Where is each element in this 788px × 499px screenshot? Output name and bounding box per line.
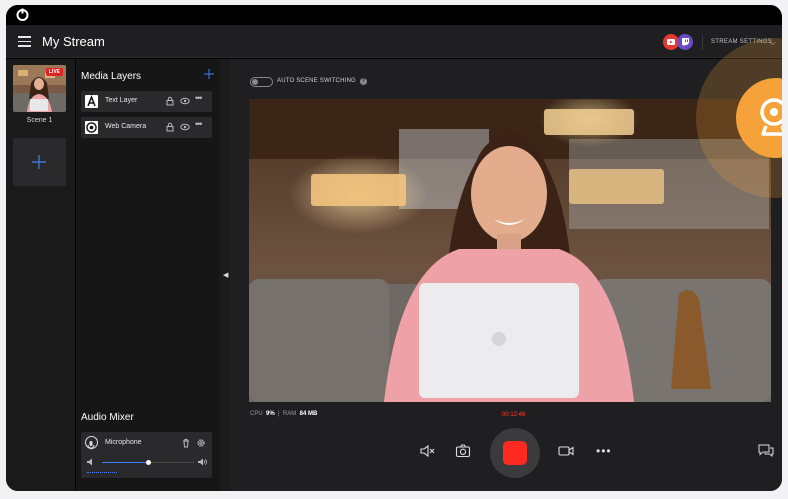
layer-item[interactable]: Text Layer ••• [81, 91, 212, 112]
layer-label: Web Camera [105, 123, 147, 130]
record-stop-icon [503, 441, 527, 465]
stream-title: My Stream [42, 34, 105, 49]
cpu-value: 9% [266, 411, 275, 417]
ram-label: RAM [282, 411, 297, 417]
audio-mixer-title: Audio Mixer [81, 412, 134, 423]
volume-slider-knob[interactable] [146, 460, 151, 465]
eye-icon[interactable] [180, 96, 190, 106]
menu-icon[interactable] [18, 36, 31, 47]
record-button[interactable] [490, 428, 540, 478]
webcam-icon [760, 98, 782, 136]
lock-icon[interactable] [165, 96, 175, 106]
help-icon[interactable]: ? [360, 78, 367, 85]
scene-label: Scene 1 [26, 117, 53, 124]
snapshot-camera-icon[interactable] [455, 443, 471, 459]
volume-slider-fill [102, 462, 148, 463]
more-options-icon[interactable]: ••• [195, 93, 205, 103]
eye-icon[interactable] [180, 122, 190, 132]
collapse-arrow-icon: ◀ [223, 272, 229, 279]
scenes-panel: LIVE Scene 1 [6, 59, 75, 491]
live-badge: LIVE [45, 68, 63, 76]
recording-timer: 00:12:46 [502, 412, 526, 418]
app-header: My Stream STREAM SETTINGS ⌵ [6, 25, 782, 58]
top-strip [6, 5, 782, 25]
plus-icon [32, 155, 46, 169]
layer-item[interactable]: Web Camera ••• [81, 117, 212, 138]
volume-high-icon [198, 458, 207, 466]
cpu-label: CPU [250, 411, 263, 417]
layer-label: Text Layer [105, 97, 138, 104]
app-logo-icon [16, 8, 29, 21]
text-layer-icon [85, 94, 98, 108]
volume-slider[interactable] [102, 460, 194, 465]
video-preview [249, 99, 771, 402]
add-scene-button[interactable] [13, 138, 66, 186]
auto-scene-switch-toggle[interactable] [250, 77, 273, 87]
system-stats: CPU 9% | RAM 84 MB [250, 411, 318, 417]
level-meter [87, 472, 117, 473]
volume-low-icon [87, 458, 92, 466]
webcam-badge [736, 78, 782, 158]
layers-panel: Media Layers Text Layer ••• Web Camera •… [76, 59, 220, 491]
lock-icon[interactable] [165, 122, 175, 132]
audio-channel: Microphone [81, 432, 212, 478]
app-window: My Stream STREAM SETTINGS ⌵ LIVE Scene 1… [6, 5, 782, 491]
web-camera-icon [85, 121, 98, 134]
twitch-icon[interactable] [677, 34, 693, 50]
media-layers-title: Media Layers [81, 71, 142, 82]
camera-feed-image [249, 99, 771, 402]
chat-icon[interactable] [758, 443, 774, 459]
mute-audio-icon[interactable] [419, 443, 435, 459]
ram-value: 84 MB [299, 411, 318, 417]
channel-label: Microphone [105, 439, 142, 446]
trash-icon[interactable] [181, 438, 191, 448]
video-camera-icon[interactable] [558, 443, 574, 459]
more-options-icon[interactable]: ••• [195, 119, 205, 129]
gear-icon[interactable] [196, 438, 206, 448]
collapse-panel-handle[interactable]: ◀ [220, 59, 230, 491]
microphone-icon [85, 436, 98, 450]
scene-thumbnail[interactable]: LIVE [13, 65, 66, 112]
add-layer-button[interactable] [204, 69, 214, 79]
auto-scene-switch-label: AUTO SCENE SWITCHING [277, 78, 356, 84]
more-controls-icon[interactable]: ••• [596, 444, 612, 458]
